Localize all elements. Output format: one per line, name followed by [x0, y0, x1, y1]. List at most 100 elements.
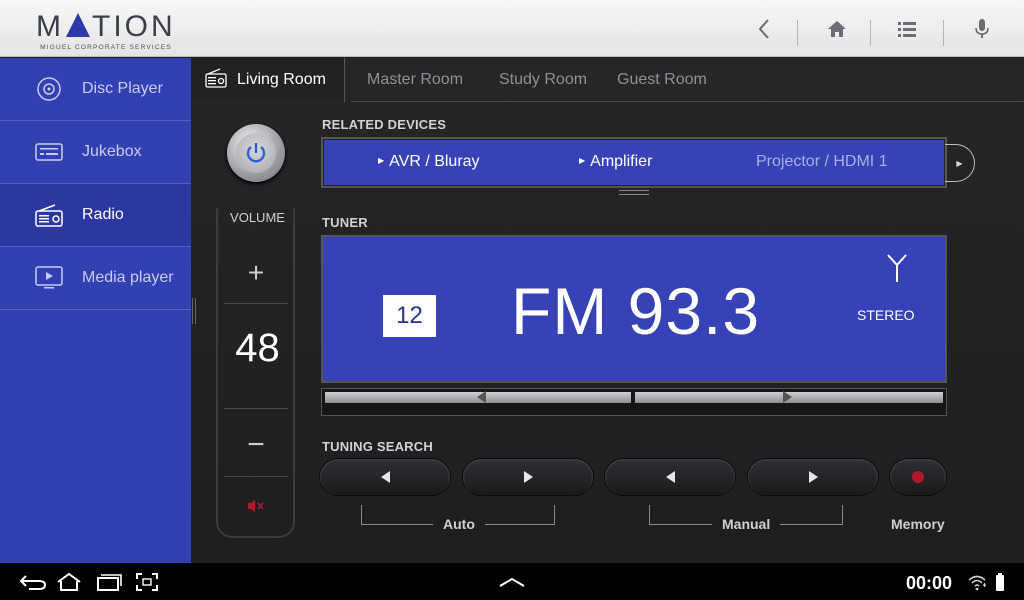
menu-button[interactable] [892, 14, 922, 44]
device-label: AVR / Bluray [389, 153, 480, 170]
tab-label: Study Room [499, 71, 588, 88]
tab-master-room[interactable]: Master Room [367, 58, 463, 102]
volume-up-button[interactable]: + [224, 248, 288, 298]
device-projector-hdmi[interactable]: Projector / HDMI 1 [756, 153, 888, 171]
frequency-display: FM 93.3 [511, 274, 761, 348]
system-back-button[interactable] [18, 571, 48, 593]
preset-number[interactable]: 12 [383, 295, 436, 337]
microphone-icon [975, 19, 989, 38]
record-icon [912, 471, 924, 483]
sidebar-item-disc-player[interactable]: Disc Player [0, 58, 191, 121]
system-navigation-bar: 00:00 [0, 563, 1024, 600]
drag-handle[interactable] [619, 194, 649, 195]
devices-next-button[interactable]: ▶ [945, 144, 975, 182]
system-screenshot-button[interactable] [134, 571, 160, 593]
arrow-right-icon [523, 471, 533, 483]
tab-living-room[interactable]: Living Room [191, 58, 345, 102]
header-divider [943, 20, 944, 46]
volume-divider [224, 476, 288, 477]
tune-down-button[interactable] [325, 391, 631, 403]
sidebar-item-label: Media player [82, 269, 174, 286]
tab-label: Master Room [367, 71, 464, 88]
back-arrow-icon [19, 575, 47, 590]
arrow-left-icon [477, 391, 486, 403]
app-header: M TION MIGUEL CORPORATE SERVICES [0, 0, 1024, 57]
arrow-right-icon [808, 471, 818, 483]
tab-label: Guest Room [617, 71, 707, 88]
power-button[interactable] [227, 124, 285, 182]
voice-button[interactable] [967, 14, 997, 44]
header-divider [870, 20, 871, 46]
radio-icon [34, 200, 64, 230]
sidebar-item-media-player[interactable]: Media player [0, 247, 191, 310]
antenna-icon [885, 253, 909, 288]
main-panel: Living Room Master Room Study Room Guest… [191, 58, 1024, 563]
home-button[interactable] [822, 14, 852, 44]
memory-label: Memory [891, 516, 945, 532]
tab-guest-room[interactable]: Guest Room [617, 58, 707, 102]
source-sidebar: Disc Player Jukebox Radio Media player [0, 58, 191, 563]
wifi-icon [966, 571, 988, 593]
home-icon [828, 21, 846, 37]
back-button[interactable] [749, 14, 779, 44]
chevron-right-icon: ▶ [956, 158, 963, 168]
screenshot-icon [136, 573, 158, 591]
logo-text-left: M [36, 10, 64, 43]
volume-value: 48 [235, 326, 280, 370]
chevron-left-icon [758, 19, 769, 39]
arrow-left-icon [380, 471, 390, 483]
volume-divider [224, 408, 288, 409]
device-avr-bluray[interactable]: ▶ AVR / Bluray [378, 153, 480, 171]
battery-icon [994, 571, 1006, 593]
drag-handle[interactable] [619, 190, 649, 191]
list-icon [898, 22, 916, 37]
arrow-left-icon [665, 471, 675, 483]
device-label: Projector / HDMI 1 [756, 153, 888, 170]
auto-label: Auto [433, 516, 485, 532]
play-triangle-icon: ▶ [378, 156, 385, 165]
panel-resize-handle[interactable] [192, 298, 196, 324]
disc-icon [34, 74, 64, 104]
brand-subtitle: MIGUEL CORPORATE SERVICES [40, 44, 172, 51]
power-button-face [236, 133, 276, 173]
tune-slider [321, 388, 947, 416]
play-triangle-icon: ▶ [579, 156, 586, 165]
manual-label: Manual [712, 516, 781, 532]
tuner-label: TUNER [322, 215, 368, 230]
related-devices-label: RELATED DEVICES [322, 117, 447, 132]
logo-triangle-icon [66, 13, 90, 37]
auto-seek-up-button[interactable] [463, 459, 593, 495]
tune-up-button[interactable] [635, 391, 943, 403]
arrow-right-icon [783, 391, 792, 403]
tab-divider [351, 101, 1024, 102]
tab-study-room[interactable]: Study Room [499, 58, 587, 102]
sidebar-item-radio[interactable]: Radio [0, 184, 191, 247]
device-label: Amplifier [590, 153, 653, 170]
logo-text-right: TION [92, 10, 176, 43]
manual-step-up-button[interactable] [748, 459, 878, 495]
auto-seek-down-button[interactable] [320, 459, 450, 495]
volume-divider [224, 303, 288, 304]
volume-down-button[interactable]: − [224, 420, 288, 470]
device-amplifier[interactable]: ▶ Amplifier [579, 153, 652, 171]
memory-button[interactable] [890, 459, 946, 495]
system-expand-button[interactable] [497, 571, 527, 593]
tuner-display: 12 FM 93.3 STEREO [321, 235, 947, 383]
system-recent-apps-button[interactable] [94, 571, 124, 593]
radio-icon [205, 67, 227, 93]
system-home-button[interactable] [54, 571, 84, 593]
sidebar-item-label: Jukebox [82, 143, 142, 160]
mute-icon [248, 499, 264, 512]
mute-button[interactable] [224, 483, 288, 528]
power-icon [246, 143, 266, 163]
related-devices-strip: ▶ AVR / Bluray ▶ Amplifier Projector / HDM… [321, 137, 947, 188]
stereo-indicator: STEREO [857, 307, 915, 323]
header-divider [797, 20, 798, 46]
volume-label: VOLUME [230, 210, 285, 225]
tab-label: Living Room [237, 71, 326, 88]
sidebar-item-jukebox[interactable]: Jukebox [0, 121, 191, 184]
chevron-up-icon [499, 577, 525, 587]
home-outline-icon [57, 572, 81, 591]
manual-step-down-button[interactable] [605, 459, 735, 495]
room-tabs: Living Room Master Room Study Room Guest… [191, 58, 1024, 102]
